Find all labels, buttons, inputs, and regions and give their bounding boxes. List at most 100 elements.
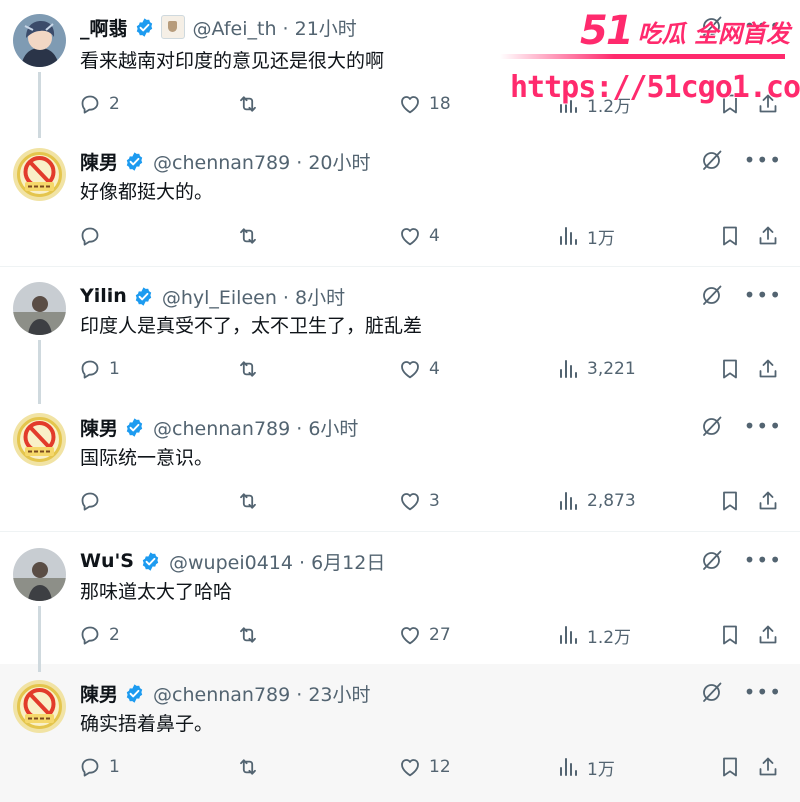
avatar[interactable] xyxy=(13,282,66,335)
like-button[interactable]: 12 xyxy=(398,752,451,782)
emoji-label-icon xyxy=(160,15,185,39)
reply-button[interactable]: 2 xyxy=(78,620,120,650)
views-button[interactable]: 2,873 xyxy=(556,486,636,516)
tweet-header: Wu'S @wupei0414 · 6月12日 xyxy=(80,546,385,576)
retweet-button[interactable] xyxy=(236,221,267,251)
reply-button[interactable]: 1 xyxy=(78,354,120,384)
tweet-action-bar: 1 12 1万 xyxy=(78,752,790,782)
handle-and-timestamp[interactable]: @chennan789 · 6小时 xyxy=(153,414,358,441)
more-options-icon[interactable]: ••• xyxy=(744,285,782,305)
watermark-brand: 51 xyxy=(580,8,634,54)
views-button[interactable]: 1万 xyxy=(556,221,615,251)
like-button[interactable]: 3 xyxy=(398,486,440,516)
more-options-icon[interactable]: ••• xyxy=(744,416,782,436)
more-options-icon[interactable]: ••• xyxy=(744,150,782,170)
display-name[interactable]: 陳男 xyxy=(80,414,118,441)
handle-and-timestamp[interactable]: @Afei_th · 21小时 xyxy=(193,14,357,41)
bookmark-button[interactable] xyxy=(718,620,742,650)
retweet-button[interactable] xyxy=(236,354,267,384)
display-name[interactable]: 陳男 xyxy=(80,680,118,707)
tweet-header: 陳男 @chennan789 · 23小时 xyxy=(80,678,371,708)
view-count: 1.2万 xyxy=(587,627,632,648)
like-count: 27 xyxy=(429,625,451,645)
share-button[interactable] xyxy=(756,89,780,119)
reply-count: 2 xyxy=(109,94,120,114)
tweet-header: _啊翡 @Afei_th · 21小时 xyxy=(80,12,357,42)
grok-icon[interactable] xyxy=(700,548,724,572)
handle-and-timestamp[interactable]: @hyl_Eileen · 8小时 xyxy=(162,283,345,310)
avatar[interactable] xyxy=(13,548,66,601)
views-button[interactable]: 3,221 xyxy=(556,354,636,384)
bookmark-button[interactable] xyxy=(718,221,742,251)
views-button[interactable]: 1.2万 xyxy=(556,89,631,119)
tweet-action-bar: 1 4 3,221 xyxy=(78,354,790,384)
view-count: 1万 xyxy=(587,759,615,780)
share-button[interactable] xyxy=(756,752,780,782)
like-button[interactable]: 27 xyxy=(398,620,451,650)
retweet-button[interactable] xyxy=(236,752,267,782)
tweet-text: 那味道太大了哈哈 xyxy=(80,581,233,603)
thread-connector-line xyxy=(38,72,41,138)
handle-and-timestamp[interactable]: @wupei0414 · 6月12日 xyxy=(169,548,385,575)
like-count: 4 xyxy=(429,359,440,379)
avatar[interactable] xyxy=(13,413,66,466)
avatar[interactable] xyxy=(13,148,66,201)
retweet-button[interactable] xyxy=(236,486,267,516)
display-name[interactable]: Yilin xyxy=(80,285,127,307)
grok-icon[interactable] xyxy=(700,283,724,307)
retweet-button[interactable] xyxy=(236,89,267,119)
like-button[interactable]: 4 xyxy=(398,354,440,384)
like-button[interactable]: 18 xyxy=(398,89,451,119)
more-options-icon[interactable]: ••• xyxy=(744,16,782,36)
reply-button[interactable]: 1 xyxy=(78,752,120,782)
tweet-text: 看来越南对印度的意见还是很大的啊 xyxy=(80,50,385,72)
display-name[interactable]: 陳男 xyxy=(80,148,118,175)
avatar[interactable] xyxy=(13,14,66,67)
tweet-action-bar: 4 1万 xyxy=(78,221,790,251)
tweet-action-bar: 2 18 1.2万 xyxy=(78,89,790,119)
display-name[interactable]: Wu'S xyxy=(80,550,134,572)
reply-count: 1 xyxy=(109,359,120,379)
avatar[interactable] xyxy=(13,680,66,733)
handle-and-timestamp[interactable]: @chennan789 · 23小时 xyxy=(153,680,371,707)
tweet-action-bar: 3 2,873 xyxy=(78,486,790,516)
view-count: 2,873 xyxy=(587,491,636,511)
bookmark-button[interactable] xyxy=(718,486,742,516)
more-options-icon[interactable]: ••• xyxy=(744,550,782,570)
handle-and-timestamp[interactable]: @chennan789 · 20小时 xyxy=(153,148,371,175)
view-count: 1万 xyxy=(587,228,615,249)
share-button[interactable] xyxy=(756,486,780,516)
verified-badge-icon xyxy=(134,17,155,38)
share-button[interactable] xyxy=(756,221,780,251)
like-button[interactable]: 4 xyxy=(398,221,440,251)
tweet-top-actions: ••• xyxy=(700,283,782,307)
grok-icon[interactable] xyxy=(700,680,724,704)
bookmark-button[interactable] xyxy=(718,354,742,384)
reply-button[interactable] xyxy=(78,486,109,516)
reply-count: 1 xyxy=(109,757,120,777)
tweet-top-actions: ••• xyxy=(700,548,782,572)
share-button[interactable] xyxy=(756,620,780,650)
display-name[interactable]: _啊翡 xyxy=(80,14,128,41)
grok-icon[interactable] xyxy=(700,414,724,438)
view-count: 3,221 xyxy=(587,359,636,379)
verified-badge-icon xyxy=(124,151,145,172)
thread-connector-line xyxy=(38,340,41,404)
tweet-header: 陳男 @chennan789 · 20小时 xyxy=(80,146,371,176)
reply-count: 2 xyxy=(109,625,120,645)
like-count: 3 xyxy=(429,491,440,511)
views-button[interactable]: 1万 xyxy=(556,752,615,782)
thread-divider xyxy=(0,531,800,532)
grok-icon[interactable] xyxy=(700,14,724,38)
bookmark-button[interactable] xyxy=(718,89,742,119)
reply-button[interactable] xyxy=(78,221,109,251)
grok-icon[interactable] xyxy=(700,148,724,172)
more-options-icon[interactable]: ••• xyxy=(744,682,782,702)
views-button[interactable]: 1.2万 xyxy=(556,620,631,650)
tweet-text: 国际统一意识。 xyxy=(80,447,214,469)
reply-button[interactable]: 2 xyxy=(78,89,120,119)
bookmark-button[interactable] xyxy=(718,752,742,782)
watermark-underline xyxy=(500,54,785,59)
share-button[interactable] xyxy=(756,354,780,384)
retweet-button[interactable] xyxy=(236,620,267,650)
